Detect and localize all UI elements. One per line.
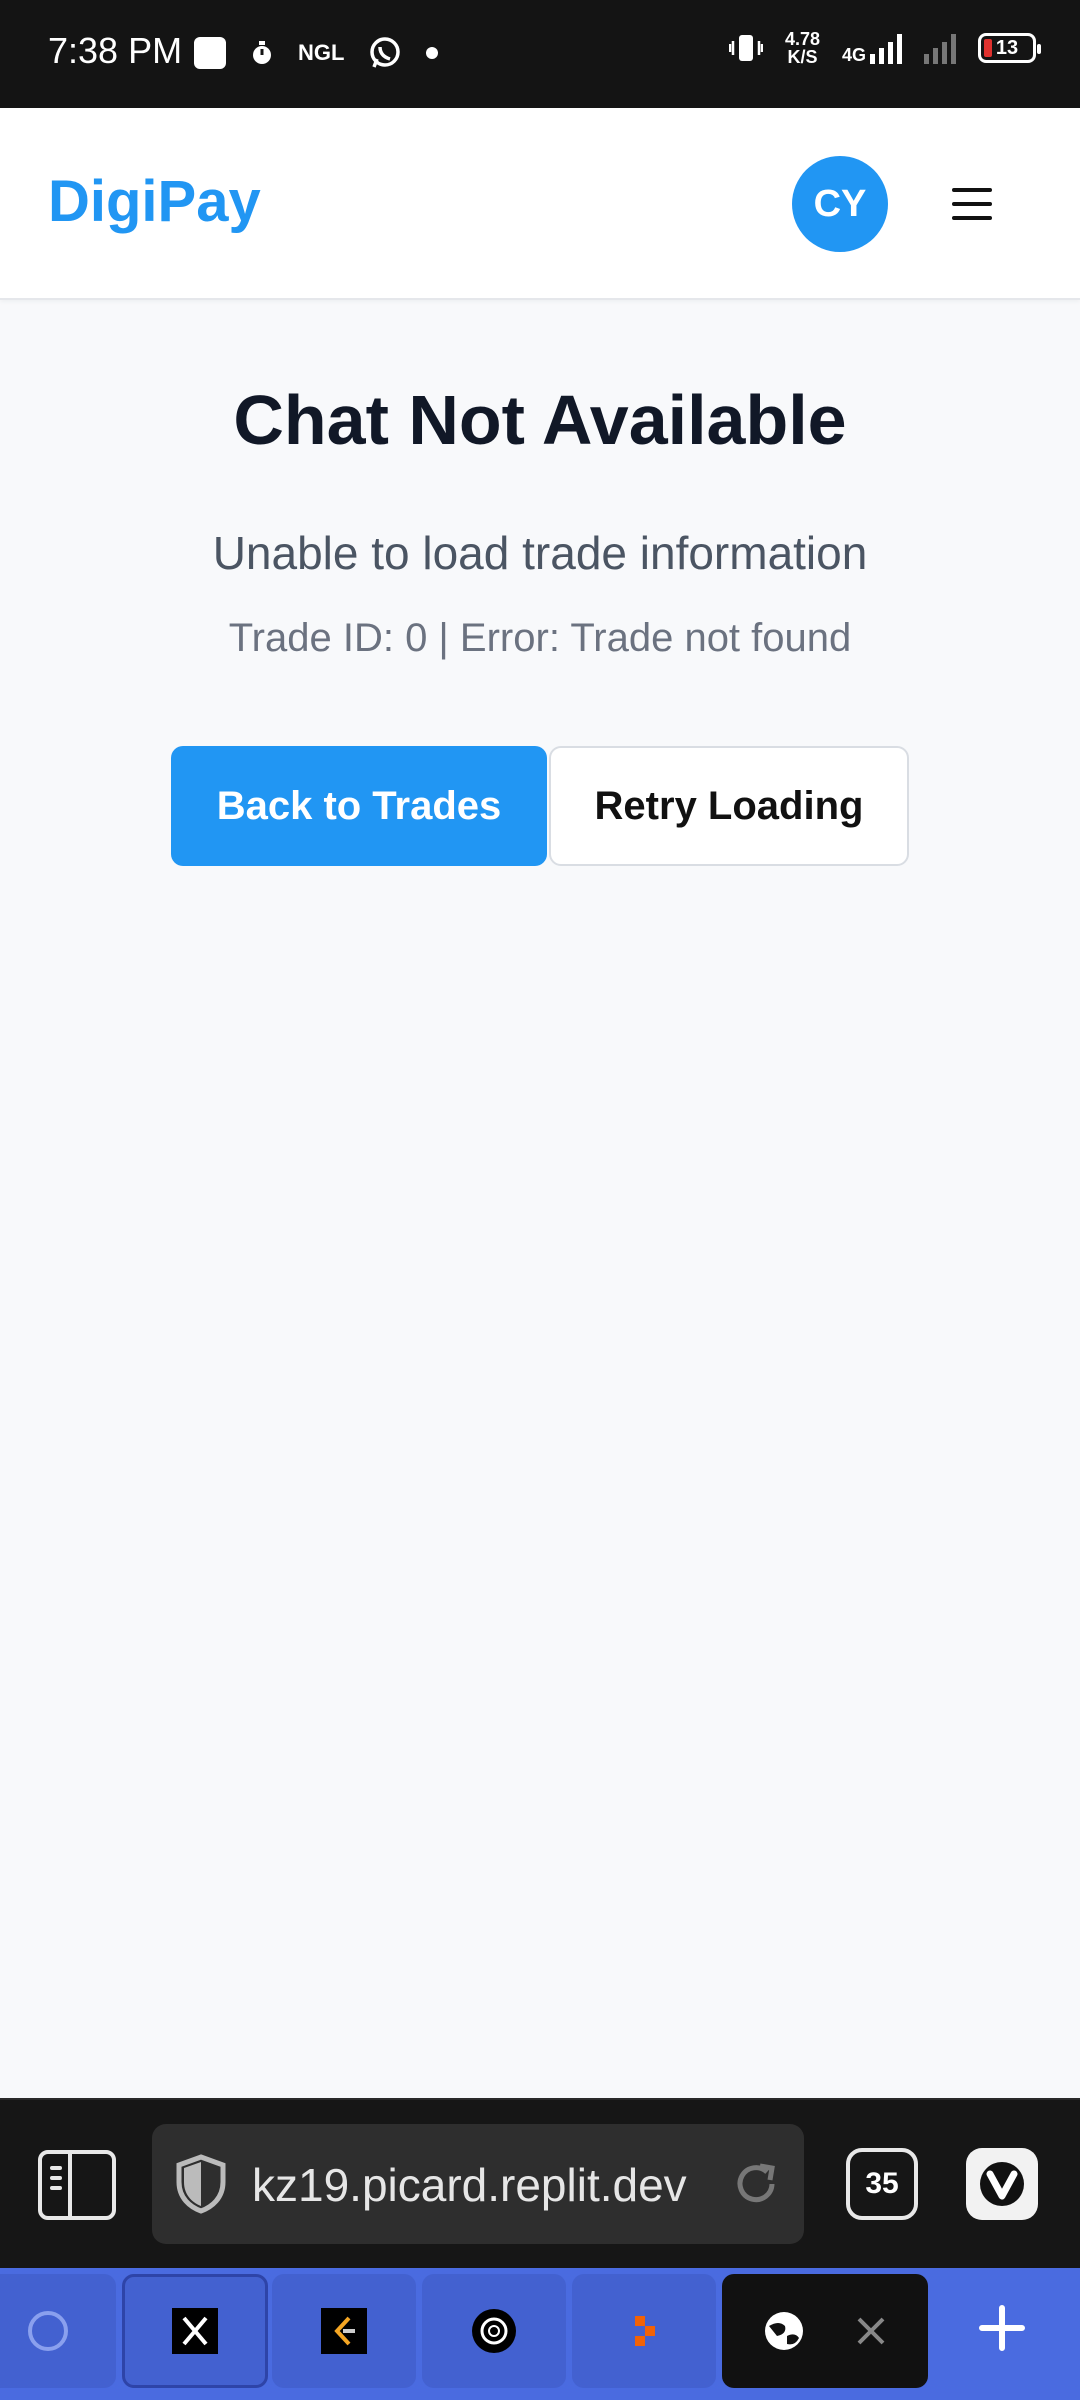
tab-replit[interactable] [572,2274,716,2388]
tab-count-button[interactable]: 35 [846,2148,918,2220]
ngl-icon: NGL [298,40,345,65]
vibrate-icon [728,35,763,61]
square-icon [194,37,226,69]
network-type: 4G [841,45,866,65]
tab-current[interactable] [722,2274,928,2388]
network-speed-value: 4.78 [784,29,820,49]
user-avatar[interactable]: CY [792,156,888,252]
url-text[interactable]: kz19.picard.replit.dev [252,2158,722,2212]
new-tab-button[interactable] [962,2288,1042,2368]
system-icons: 4.78 K/S 4G 13 [728,30,1041,66]
action-buttons: Back to Trades Retry Loading [171,746,909,866]
close-tab-icon[interactable] [853,2313,889,2349]
tab-strip [0,2268,1080,2400]
network-speed-unit: K/S [787,47,818,67]
stopwatch-icon [253,41,271,64]
tab-globe[interactable] [0,2274,116,2388]
retry-loading-button[interactable]: Retry Loading [549,746,909,866]
dot-icon [426,47,439,59]
tab-x[interactable] [122,2274,268,2388]
mobile-signal: 4G [842,32,902,64]
vivaldi-menu-icon[interactable] [966,2148,1038,2220]
error-subtitle: Unable to load trade information [212,527,868,579]
x-logo-icon [172,2308,218,2354]
leetcode-icon [321,2308,367,2354]
signal-bars-2-icon [924,32,956,64]
reload-icon[interactable] [730,2158,782,2210]
hamburger-menu-icon[interactable] [952,188,992,220]
app-header: DigiPay CY [0,108,1080,300]
tab-leetcode[interactable] [272,2274,416,2388]
error-detail: Trade ID: 0 | Error: Trade not found [228,616,852,660]
panel-toggle-icon[interactable] [38,2150,116,2220]
battery-level: 13 [995,36,1019,59]
tab-openai[interactable] [422,2274,566,2388]
replit-icon [635,2316,655,2346]
browser-toolbar: kz19.picard.replit.dev 35 [0,2098,1080,2268]
globe-icon [28,2311,68,2351]
address-bar[interactable]: kz19.picard.replit.dev [152,2124,804,2244]
openai-icon [472,2309,516,2353]
shield-icon[interactable] [174,2154,228,2214]
battery-icon: 13 [978,33,1041,63]
page-title: Chat Not Available [233,381,847,459]
brand-logo[interactable]: DigiPay [48,168,261,235]
plus-icon [979,2305,1025,2351]
signal-bars-icon [870,32,902,64]
network-speed: 4.78 K/S [785,30,820,66]
whatsapp-icon [370,37,401,68]
status-bar: 7:38 PM NGL 4.78 K/S 4G 13 [0,0,1080,108]
notification-icons: NGL [194,36,439,70]
back-to-trades-button[interactable]: Back to Trades [171,746,547,866]
globe-icon [765,2312,803,2350]
status-time: 7:38 PM [48,30,183,71]
